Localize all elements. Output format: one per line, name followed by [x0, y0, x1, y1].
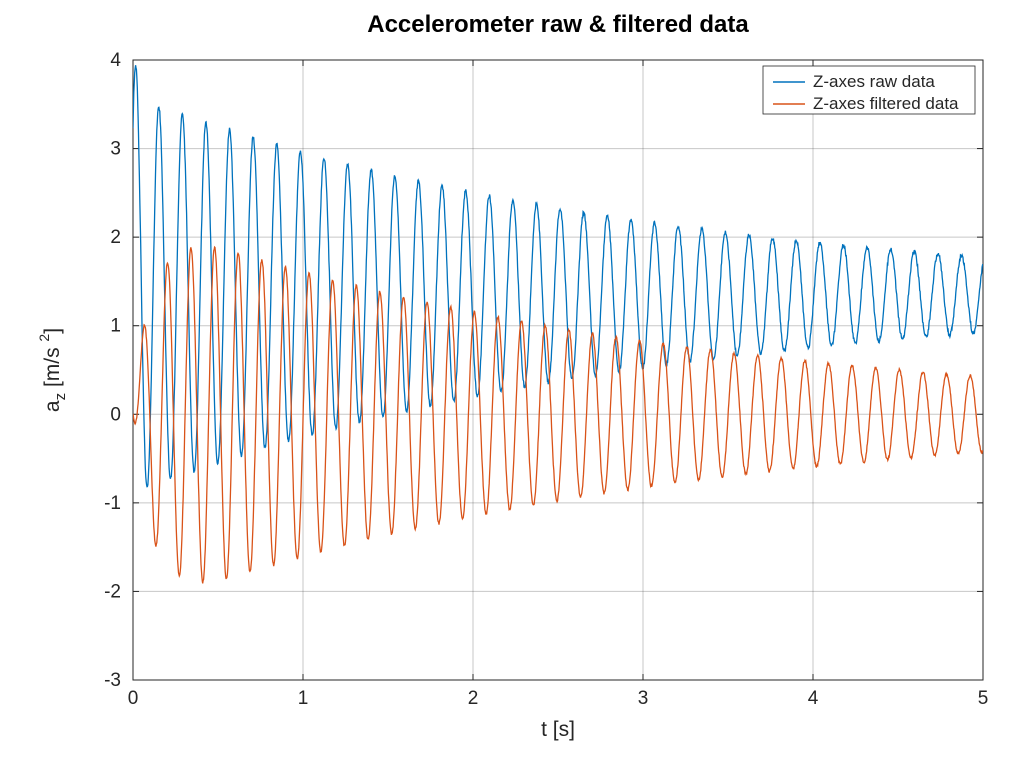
series-filtered [133, 247, 983, 583]
ytick-label: -3 [104, 670, 121, 691]
chart-svg: Accelerometer raw & filtered data 0 1 2 3 4 5 -… [0, 0, 1024, 768]
ytick-label: -2 [104, 581, 121, 602]
xtick-label: 2 [468, 688, 479, 709]
x-axis-label: t [s] [541, 718, 575, 741]
xtick-label: 5 [978, 688, 989, 709]
chart-container: Accelerometer raw & filtered data 0 1 2 3 4 5 -… [0, 0, 1024, 768]
ytick-label: 1 [110, 316, 121, 337]
legend-label: Z-axes raw data [813, 72, 935, 91]
ytick-label: -1 [104, 493, 121, 514]
ytick-label: 4 [110, 50, 121, 71]
ytick-label: 0 [110, 404, 121, 425]
legend-label: Z-axes filtered data [813, 94, 959, 113]
chart-title: Accelerometer raw & filtered data [367, 11, 749, 38]
xtick-label: 1 [298, 688, 309, 709]
xtick-label: 4 [808, 688, 819, 709]
xtick-label: 0 [128, 688, 139, 709]
xtick-label: 3 [638, 688, 649, 709]
ytick-label: 3 [110, 139, 121, 160]
y-axis-label: az [m/s 2] [36, 328, 69, 412]
ytick-label: 2 [110, 227, 121, 248]
